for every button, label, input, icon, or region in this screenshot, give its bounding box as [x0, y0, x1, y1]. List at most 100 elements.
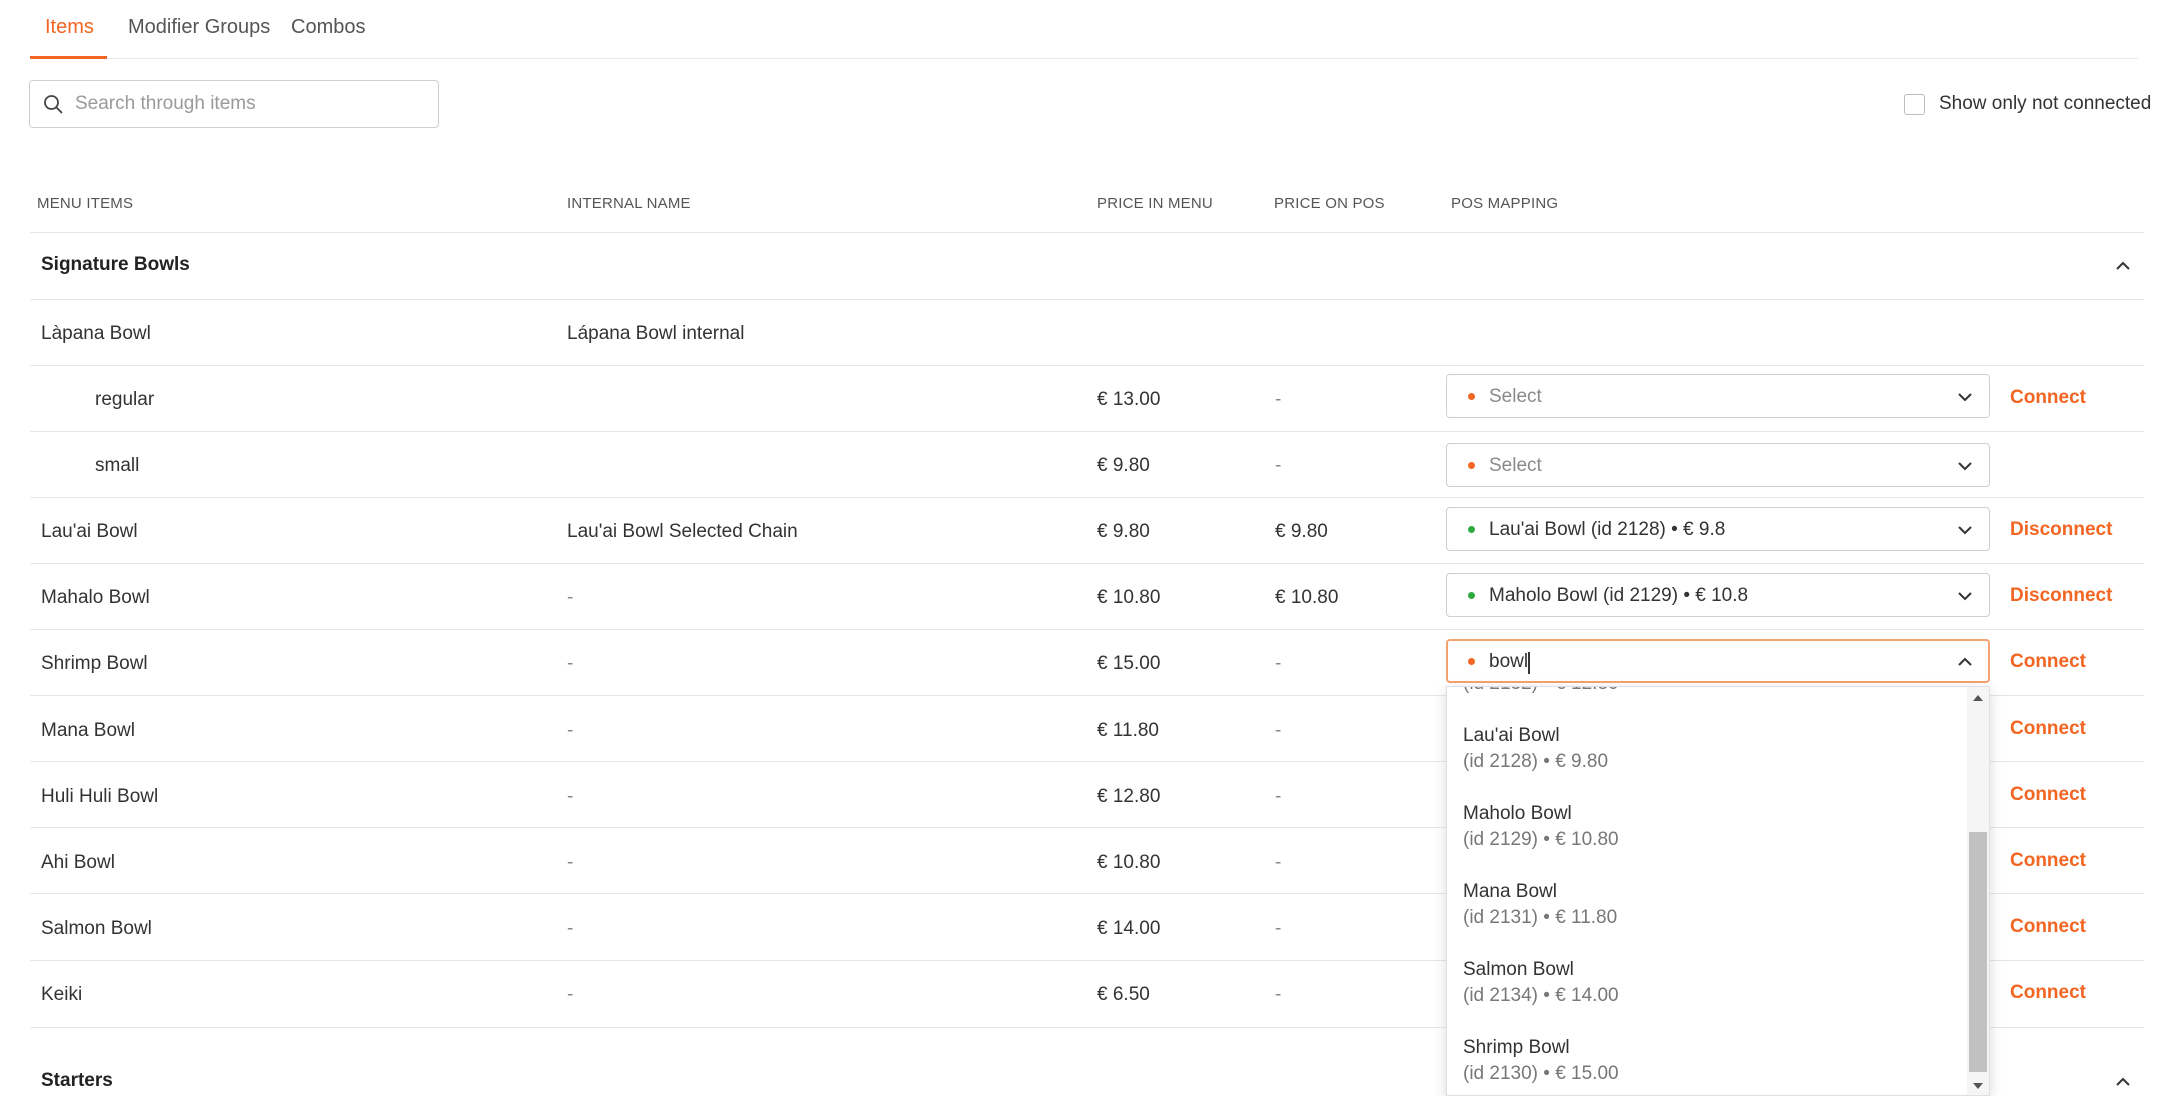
- price-on-pos: -: [1275, 653, 1282, 674]
- select-value: Select: [1489, 386, 1542, 407]
- tab-combos[interactable]: Combos: [291, 16, 365, 39]
- option-name: Salmon Bowl: [1463, 959, 1574, 980]
- chevron-down-icon: [1958, 526, 1972, 535]
- chevron-down-icon: [1958, 592, 1972, 601]
- price-in-menu: € 9.80: [1097, 455, 1150, 476]
- dropdown-option[interactable]: Lau'ai Bowl (id 2128) • € 9.80: [1463, 725, 1608, 773]
- dropdown-option[interactable]: Shrimp Bowl (id 2130) • € 15.00: [1463, 1037, 1619, 1085]
- row-divider: [30, 629, 2144, 630]
- chevron-up-icon[interactable]: [1955, 652, 1975, 672]
- price-on-pos: -: [1275, 984, 1282, 1005]
- dropdown-option[interactable]: Mana Bowl (id 2131) • € 11.80: [1463, 881, 1617, 929]
- scrollbar-thumb[interactable]: [1969, 832, 1987, 1072]
- tab-bar: Items Modifier Groups Combos: [30, 0, 2138, 59]
- status-dot-not-connected: [1468, 462, 1475, 469]
- connect-button[interactable]: Connect: [2010, 387, 2086, 409]
- menu-item-name: Keiki: [41, 984, 83, 1005]
- chevron-up-icon[interactable]: [2113, 1072, 2133, 1092]
- price-on-pos: -: [1275, 786, 1282, 807]
- price-in-menu: € 11.80: [1097, 720, 1159, 741]
- internal-name: -: [567, 852, 574, 873]
- active-tab-indicator: [30, 56, 107, 59]
- price-in-menu: € 15.00: [1097, 653, 1161, 674]
- price-on-pos: -: [1275, 389, 1282, 410]
- price-in-menu: € 6.50: [1097, 984, 1150, 1005]
- disconnect-button[interactable]: Disconnect: [2010, 519, 2112, 541]
- internal-name: Lápana Bowl internal: [567, 323, 745, 344]
- variant-name: regular: [95, 389, 155, 410]
- show-not-connected-label: Show only not connected: [1939, 93, 2152, 114]
- option-meta: (id 2134) • € 14.00: [1463, 985, 1619, 1006]
- column-header-menu-items: MENU ITEMS: [37, 195, 134, 212]
- show-not-connected-filter[interactable]: Show only not connected: [1904, 92, 2151, 116]
- select-search-value[interactable]: bowl: [1489, 651, 1528, 673]
- column-header-pos-mapping: POS MAPPING: [1451, 195, 1559, 212]
- price-on-pos: -: [1275, 455, 1282, 476]
- pos-mapping-search-input[interactable]: bowl: [1446, 639, 1990, 683]
- option-name: Shrimp Bowl: [1463, 1037, 1570, 1058]
- price-in-menu: € 9.80: [1097, 521, 1150, 542]
- search-icon: [44, 95, 63, 114]
- dropdown-option[interactable]: Salmon Bowl (id 2134) • € 14.00: [1463, 959, 1619, 1007]
- price-in-menu: € 13.00: [1097, 389, 1161, 410]
- row-divider: [30, 431, 2144, 432]
- select-value: Maholo Bowl (id 2129) • € 10.8: [1489, 585, 1749, 606]
- menu-item-name: Mahalo Bowl: [41, 587, 150, 608]
- option-meta: (id 2131) • € 11.80: [1463, 907, 1618, 928]
- menu-item-name: Làpana Bowl: [41, 323, 151, 344]
- option-name: Lau'ai Bowl: [1463, 725, 1560, 746]
- tab-modifier-groups[interactable]: Modifier Groups: [128, 16, 270, 39]
- row-divider: [30, 497, 2144, 498]
- select-value: Lau'ai Bowl (id 2128) • € 9.8: [1489, 519, 1726, 540]
- pos-mapping-select[interactable]: Lau'ai Bowl (id 2128) • € 9.8: [1446, 507, 1990, 551]
- disconnect-button[interactable]: Disconnect: [2010, 585, 2112, 607]
- pos-mapping-select[interactable]: Select: [1446, 374, 1990, 418]
- column-header-price-in-menu: PRICE IN MENU: [1097, 195, 1213, 212]
- option-name: Maholo Bowl: [1463, 803, 1572, 824]
- dropdown-scrollbar[interactable]: [1967, 687, 1989, 1095]
- show-not-connected-checkbox[interactable]: [1904, 93, 1925, 115]
- internal-name: -: [567, 720, 574, 741]
- internal-name: Lau'ai Bowl Selected Chain: [567, 521, 798, 542]
- menu-item-name: Lau'ai Bowl: [41, 521, 138, 542]
- connect-button[interactable]: Connect: [2010, 651, 2086, 673]
- group-title-starters: Starters: [41, 1070, 113, 1091]
- scroll-up-arrow-icon[interactable]: [1973, 695, 1983, 701]
- option-name: Mana Bowl: [1463, 881, 1557, 902]
- internal-name: -: [567, 984, 574, 1005]
- scroll-down-arrow-icon[interactable]: [1973, 1083, 1983, 1089]
- option-meta: (id 2130) • € 15.00: [1463, 1063, 1619, 1084]
- price-on-pos: -: [1275, 720, 1282, 741]
- option-meta: (id 2129) • € 10.80: [1463, 829, 1619, 850]
- chevron-down-icon: [1958, 393, 1972, 402]
- column-header-internal-name: INTERNAL NAME: [567, 195, 691, 212]
- row-divider: [30, 365, 2144, 366]
- pos-mapping-select[interactable]: Maholo Bowl (id 2129) • € 10.8: [1446, 573, 1990, 617]
- variant-name: small: [95, 455, 140, 476]
- menu-item-name: Mana Bowl: [41, 720, 135, 741]
- connect-button[interactable]: Connect: [2010, 718, 2086, 740]
- search-input[interactable]: [75, 89, 425, 119]
- menu-item-name: Huli Huli Bowl: [41, 786, 159, 807]
- chevron-up-icon[interactable]: [2113, 256, 2133, 276]
- status-dot-not-connected: [1468, 658, 1475, 665]
- connect-button[interactable]: Connect: [2010, 850, 2086, 872]
- connect-button[interactable]: Connect: [2010, 784, 2086, 806]
- pos-mapping-select[interactable]: Select: [1446, 443, 1990, 487]
- connect-button[interactable]: Connect: [2010, 916, 2086, 938]
- dropdown-option-partial[interactable]: (id 2132) • € 12.80: [1463, 687, 1619, 695]
- price-in-menu: € 10.80: [1097, 852, 1161, 873]
- tab-items[interactable]: Items: [45, 16, 94, 39]
- price-on-pos: € 9.80: [1275, 521, 1328, 542]
- status-dot-connected: [1468, 526, 1475, 533]
- dropdown-option[interactable]: Maholo Bowl (id 2129) • € 10.80: [1463, 803, 1619, 851]
- price-on-pos: € 10.80: [1275, 587, 1339, 608]
- status-dot-not-connected: [1468, 393, 1475, 400]
- internal-name: -: [567, 786, 574, 807]
- row-divider: [30, 232, 2144, 233]
- internal-name: -: [567, 918, 574, 939]
- column-header-price-on-pos: PRICE ON POS: [1274, 195, 1385, 212]
- internal-name: -: [567, 653, 574, 674]
- connect-button[interactable]: Connect: [2010, 982, 2086, 1004]
- price-in-menu: € 10.80: [1097, 587, 1161, 608]
